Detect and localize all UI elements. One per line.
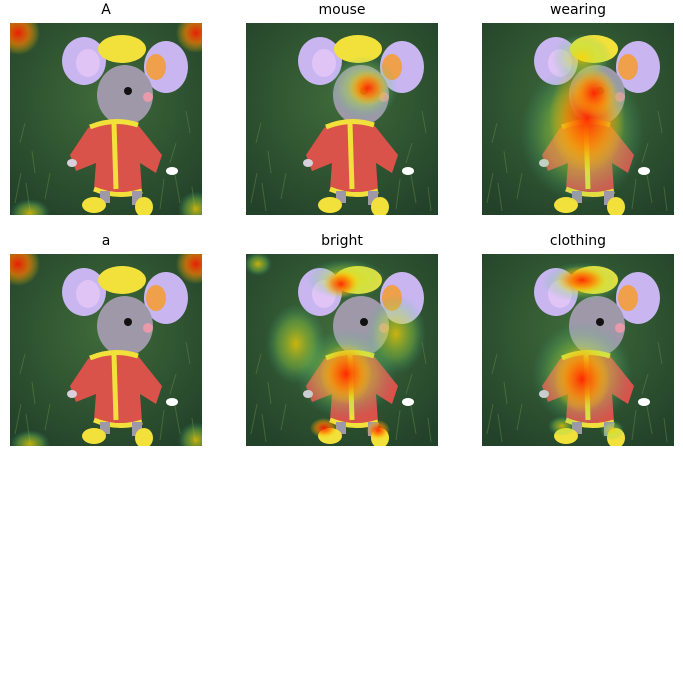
attention-heatmap-image — [10, 23, 202, 215]
panel-title: bright — [321, 233, 363, 249]
attention-heatmap-image — [482, 254, 674, 446]
attention-heatmap-image — [10, 254, 202, 446]
attention-heatmap-image — [246, 23, 438, 215]
attention-heatmap-image — [482, 23, 674, 215]
panel-title: clothing — [549, 233, 607, 249]
attention-heatmap-image — [246, 254, 438, 446]
panel-title: wearing — [549, 2, 607, 18]
panel-title: mouse — [318, 2, 366, 18]
panel-title: a — [101, 233, 111, 249]
panel-title: A — [101, 2, 111, 18]
